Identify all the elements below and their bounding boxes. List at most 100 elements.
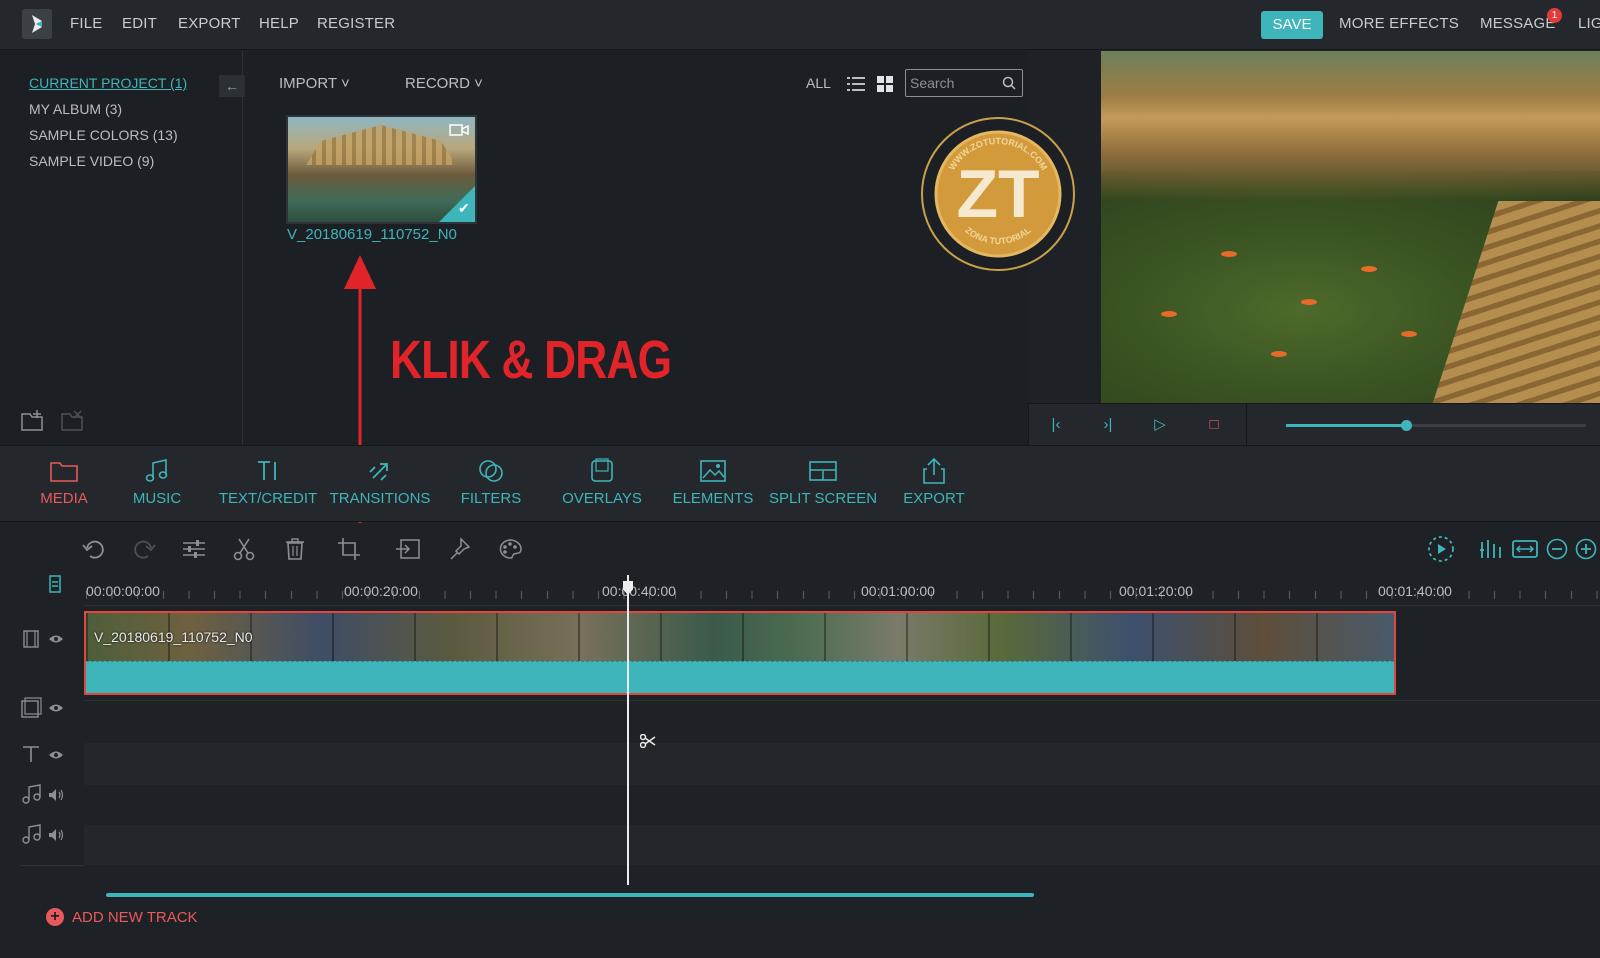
tab-export[interactable]: EXPORT <box>879 454 989 507</box>
stop-icon[interactable]: □ <box>1194 410 1234 440</box>
collapse-sidebar-button[interactable]: ← <box>219 75 245 97</box>
light-theme-link[interactable]: LIG <box>1578 15 1600 32</box>
tab-split-screen[interactable]: SPLIT SCREEN <box>768 454 878 507</box>
skip-start-icon[interactable]: |‹ <box>1036 410 1076 440</box>
media-clip-thumbnail[interactable]: ✔ <box>286 115 477 224</box>
audio-waveform <box>86 661 1394 693</box>
save-button[interactable]: SAVE <box>1261 11 1323 39</box>
import-dropdown[interactable]: IMPORT ˅ <box>279 75 350 92</box>
music-track-row-1[interactable] <box>84 785 1600 825</box>
tab-label: EXPORT <box>903 490 965 507</box>
app-logo-icon[interactable] <box>22 9 52 39</box>
playback-progress[interactable] <box>1286 420 1586 431</box>
zt-watermark-logo: ZT WWW.ZOTUTORIAL.COM ZONA TUTORIAL <box>921 117 1075 271</box>
audio-mixer-icon[interactable] <box>1478 535 1506 563</box>
cut-icon[interactable] <box>230 535 258 563</box>
play-icon[interactable]: ▷ <box>1140 410 1180 440</box>
tab-overlays[interactable]: OVERLAYS <box>547 454 657 507</box>
search-input[interactable] <box>910 74 1000 92</box>
color-palette-icon[interactable] <box>496 535 524 563</box>
render-preview-icon[interactable] <box>1427 535 1455 563</box>
undo-icon[interactable] <box>80 535 108 563</box>
search-icon[interactable] <box>1002 76 1016 90</box>
timeline-scrollbar[interactable] <box>106 893 1034 897</box>
ruler-label: 00:00:00:00 <box>86 583 160 599</box>
checkmark-icon: ✔ <box>439 186 475 222</box>
preview-fish <box>1401 331 1417 337</box>
zoom-in-icon[interactable] <box>1572 535 1600 563</box>
ruler-label: 00:01:20:00 <box>1119 583 1193 599</box>
playhead[interactable] <box>627 575 629 885</box>
view-all-filter[interactable]: ALL <box>806 75 831 91</box>
menu-help[interactable]: HELP <box>259 15 299 32</box>
menu-file[interactable]: FILE <box>70 15 102 32</box>
playback-controls: |‹ ›| ▷ □ <box>1028 403 1600 446</box>
freeze-frame-icon[interactable] <box>394 535 422 563</box>
sidebar-item-sample-video[interactable]: SAMPLE VIDEO (9) <box>29 153 154 169</box>
tab-label: OVERLAYS <box>562 490 642 507</box>
eye-icon[interactable] <box>48 749 64 761</box>
preview-fish <box>1301 299 1317 305</box>
redo-icon[interactable] <box>130 535 158 563</box>
delete-folder-icon[interactable] <box>60 409 86 433</box>
delete-icon[interactable] <box>281 535 309 563</box>
text-track-row[interactable] <box>84 743 1600 785</box>
transition-icon <box>369 463 388 481</box>
preview-fish <box>1161 311 1177 317</box>
sidebar-item-current-project[interactable]: CURRENT PROJECT (1) <box>29 75 187 91</box>
more-effects-link[interactable]: MORE EFFECTS <box>1339 15 1459 32</box>
record-dropdown[interactable]: RECORD ˅ <box>405 75 483 92</box>
playback-progress-handle[interactable] <box>1401 420 1412 431</box>
thumbnail-image <box>306 125 456 165</box>
folder-icon <box>50 462 78 482</box>
clip-filmstrip <box>86 613 1394 661</box>
search-box <box>905 69 1023 97</box>
crop-icon[interactable] <box>335 535 363 563</box>
music-track-icon <box>22 824 41 844</box>
music-note-icon <box>145 458 168 482</box>
media-clip-name: V_20180619_110752_N0 <box>287 226 457 243</box>
tab-label: ELEMENTS <box>672 490 754 507</box>
grid-view-icon[interactable] <box>877 76 893 92</box>
scissors-cursor-icon <box>640 734 656 748</box>
tab-label: FILTERS <box>460 490 522 507</box>
menu-export[interactable]: EXPORT <box>178 15 241 32</box>
zoom-fit-icon[interactable] <box>1511 535 1539 563</box>
music-track-icon <box>22 784 41 804</box>
timeline-video-clip[interactable]: V_20180619_110752_N0 <box>84 611 1396 695</box>
ruler-label: 00:00:40:00 <box>602 583 676 599</box>
tab-transitions[interactable]: TRANSITIONS <box>325 454 435 507</box>
overlay-icon <box>591 458 613 482</box>
tab-text-credit[interactable]: TEXT/CREDIT <box>213 454 323 507</box>
adjust-icon[interactable] <box>180 535 208 563</box>
step-back-icon[interactable]: ›| <box>1088 410 1128 440</box>
menu-register[interactable]: REGISTER <box>317 15 395 32</box>
message-link[interactable]: MESSAGE <box>1480 15 1556 32</box>
tab-filters[interactable]: FILTERS <box>436 454 546 507</box>
ruler-label: 00:00:20:00 <box>344 583 418 599</box>
sidebar-item-my-album[interactable]: MY ALBUM (3) <box>29 101 122 117</box>
marker-icon[interactable] <box>446 535 474 563</box>
list-view-icon[interactable] <box>847 76 865 92</box>
speaker-icon[interactable] <box>48 788 66 802</box>
zoom-out-icon[interactable] <box>1543 535 1571 563</box>
tab-elements[interactable]: ELEMENTS <box>658 454 768 507</box>
timeline-ruler[interactable]: 00:00:00:00 00:00:20:00 00:00:40:00 00:0… <box>86 575 1600 605</box>
snap-icon[interactable] <box>48 575 62 593</box>
text-track-icon <box>23 746 39 762</box>
pip-track-row[interactable] <box>84 701 1600 743</box>
eye-icon[interactable] <box>48 633 64 645</box>
music-track-row-2[interactable] <box>84 825 1600 865</box>
new-folder-icon[interactable] <box>20 409 46 433</box>
preview-window[interactable] <box>1101 51 1600 403</box>
tab-label: SPLIT SCREEN <box>768 490 878 507</box>
video-track-icon <box>23 630 39 648</box>
menu-edit[interactable]: EDIT <box>122 15 157 32</box>
add-new-track-button[interactable]: + ADD NEW TRACK <box>46 908 198 926</box>
tab-music[interactable]: MUSIC <box>102 454 212 507</box>
preview-fish <box>1361 266 1377 272</box>
eye-icon[interactable] <box>48 702 64 714</box>
sidebar-item-sample-colors[interactable]: SAMPLE COLORS (13) <box>29 127 178 143</box>
speaker-icon[interactable] <box>48 828 66 842</box>
image-icon <box>700 460 726 482</box>
